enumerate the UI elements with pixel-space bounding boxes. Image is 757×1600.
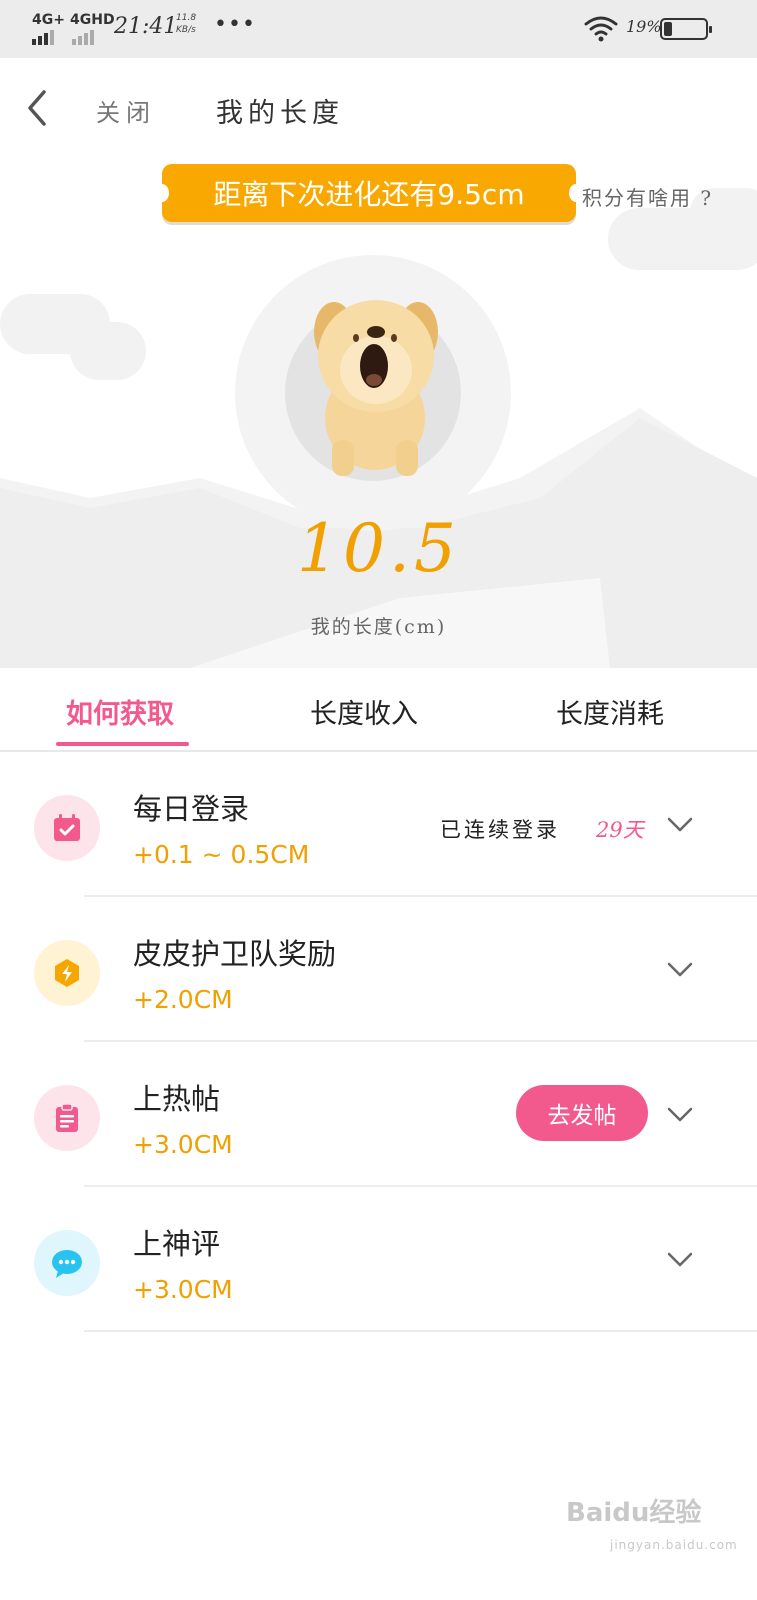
calendar-icon (34, 795, 100, 861)
divider (84, 1330, 757, 1332)
status-bar: 4G+ 4GHD 21:41 11.8 KB/s ••• 19% (0, 0, 757, 58)
close-button[interactable]: 关闭 (96, 93, 156, 128)
go-post-button[interactable]: 去发帖 (516, 1085, 648, 1141)
earning-methods-list: 每日登录 +0.1 ~ 0.5CM 已连续登录 29天 皮皮护卫队奖励 +2.0… (0, 752, 757, 1332)
chat-bubble-icon (34, 1230, 100, 1296)
item-reward: +3.0CM (133, 1130, 233, 1159)
back-arrow-icon[interactable] (22, 88, 52, 128)
network-speed-unit: KB/s (176, 25, 196, 35)
network-indicator-1: 4G+ (32, 12, 65, 28)
network-speed: 11.8 KB/s (176, 12, 196, 36)
network-speed-value: 11.8 (176, 13, 197, 23)
clipboard-icon (34, 1085, 100, 1151)
lightning-hexagon-icon (34, 940, 100, 1006)
item-title: 每日登录 (133, 792, 250, 826)
chevron-down-icon[interactable] (666, 961, 694, 979)
tab-length-consumption[interactable]: 长度消耗 (556, 692, 664, 731)
list-item-god-comment[interactable]: 上神评 +3.0CM (0, 1187, 757, 1332)
wifi-icon (584, 16, 618, 42)
watermark-logo: Baidu经验 (566, 1498, 702, 1528)
tab-length-income[interactable]: 长度收入 (310, 692, 418, 731)
chevron-down-icon[interactable] (666, 1251, 694, 1269)
length-label: 我的长度(cm) (310, 616, 447, 638)
evolution-banner: 距离下次进化还有9.5cm (155, 164, 583, 222)
watermark-url: jingyan.baidu.com (610, 1538, 738, 1552)
login-streak-label: 已连续登录 (440, 818, 560, 842)
item-title: 皮皮护卫队奖励 (133, 937, 337, 971)
item-reward: +3.0CM (133, 1275, 233, 1304)
puppy-avatar-image (314, 300, 438, 476)
length-value: 10.5 (297, 510, 460, 587)
chevron-down-icon[interactable] (666, 1106, 694, 1124)
evolution-banner-text: 距离下次进化还有9.5cm (213, 178, 525, 211)
list-item-daily-login[interactable]: 每日登录 +0.1 ~ 0.5CM 已连续登录 29天 (0, 752, 757, 897)
list-item-guard-team-reward[interactable]: 皮皮护卫队奖励 +2.0CM (0, 897, 757, 1042)
network-indicator-2: 4GHD (70, 12, 115, 28)
page-title: 我的长度 (216, 98, 344, 129)
tab-bar: 如何获取 长度收入 长度消耗 (0, 668, 757, 752)
item-reward: +2.0CM (133, 985, 233, 1014)
list-item-hot-post[interactable]: 上热帖 +3.0CM 去发帖 (0, 1042, 757, 1187)
active-tab-indicator (56, 742, 189, 746)
login-streak-days: 29天 (596, 818, 644, 842)
tab-how-to-get[interactable]: 如何获取 (66, 692, 174, 731)
battery-icon (660, 18, 712, 40)
signal-bars-1-icon (32, 30, 54, 45)
more-notifications-icon: ••• (214, 12, 256, 37)
item-title: 上神评 (133, 1227, 221, 1261)
signal-bars-2-icon (72, 30, 94, 45)
battery-percent: 19% (626, 17, 662, 36)
status-time: 21:41 (114, 14, 178, 39)
chevron-down-icon[interactable] (666, 816, 694, 834)
hero-section: 关闭 我的长度 距离下次进化还有9.5cm 积分有啥用 ? 10.5 我的长度(… (0, 58, 757, 668)
item-title: 上热帖 (133, 1082, 221, 1116)
points-help-link[interactable]: 积分有啥用 ? (582, 182, 713, 211)
item-reward: +0.1 ~ 0.5CM (133, 840, 310, 869)
